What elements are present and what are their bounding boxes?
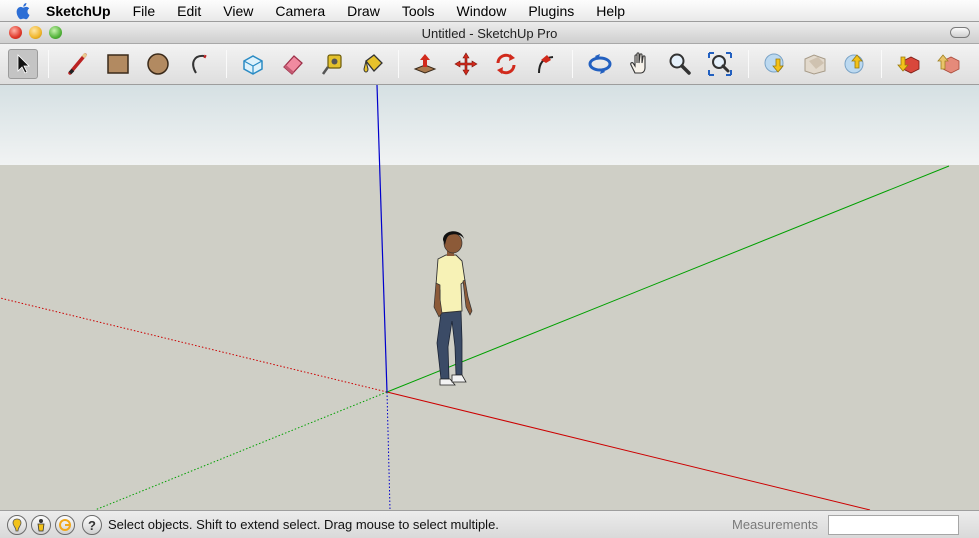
share-model-button[interactable]: [800, 49, 830, 79]
x-axis-positive: [386, 391, 871, 510]
drawing-area[interactable]: [0, 85, 979, 510]
push-pull-tool-button[interactable]: [410, 49, 440, 79]
circle-tool-button[interactable]: [143, 49, 173, 79]
sign-in-icon[interactable]: [55, 515, 75, 535]
z-axis-negative: [386, 391, 391, 510]
make-component-tool-button[interactable]: [238, 49, 268, 79]
tape-measure-icon: [321, 54, 342, 75]
orbit-tool-button[interactable]: [585, 49, 615, 79]
pencil-icon: [68, 52, 88, 75]
eraser-tool-button[interactable]: [278, 49, 308, 79]
paint-bucket-tool-button[interactable]: [358, 49, 388, 79]
move-tool-button[interactable]: [451, 49, 481, 79]
circle-icon: [147, 53, 169, 75]
arrow-cursor-icon: [17, 54, 30, 74]
y-axis-negative: [94, 391, 388, 510]
paint-bucket-icon: [363, 54, 383, 73]
share-component-icon: [937, 54, 960, 74]
hand-icon: [630, 52, 646, 74]
toggle-toolbar-button[interactable]: [950, 27, 970, 38]
get-models-button[interactable]: [760, 49, 790, 79]
apple-icon[interactable]: [14, 0, 34, 22]
follow-me-icon: [538, 55, 554, 74]
status-message: Select objects. Shift to extend select. …: [108, 517, 499, 532]
arc-icon: [192, 54, 207, 74]
rectangle-icon: [107, 54, 129, 74]
geo-location-icon[interactable]: [7, 515, 27, 535]
arc-tool-button[interactable]: [184, 49, 214, 79]
magnifier-icon: [669, 53, 691, 75]
pan-tool-button[interactable]: [625, 49, 655, 79]
share-component-button[interactable]: [933, 49, 963, 79]
person-figure[interactable]: [433, 231, 473, 386]
tape-measure-tool-button[interactable]: [318, 49, 348, 79]
rotate-icon: [496, 53, 516, 75]
select-tool-button[interactable]: [8, 49, 38, 79]
menu-plugins[interactable]: Plugins: [528, 3, 574, 19]
menu-camera[interactable]: Camera: [275, 3, 325, 19]
move-icon: [454, 52, 478, 76]
menu-bar: SketchUp File Edit View Camera Draw Tool…: [0, 0, 979, 22]
share-model-icon: [804, 54, 826, 75]
menu-tools[interactable]: Tools: [402, 3, 435, 19]
z-axis-positive: [376, 85, 388, 393]
menu-file[interactable]: File: [133, 3, 156, 19]
zoom-extents-tool-button[interactable]: [705, 49, 735, 79]
axes: [0, 85, 950, 510]
get-components-icon: [897, 56, 920, 74]
app-menu[interactable]: SketchUp: [46, 3, 111, 19]
eraser-icon: [283, 55, 303, 75]
upload-icon: [844, 54, 864, 74]
get-components-button[interactable]: [893, 49, 923, 79]
menu-help[interactable]: Help: [596, 3, 625, 19]
menu-edit[interactable]: Edit: [177, 3, 201, 19]
upload-model-button[interactable]: [840, 49, 870, 79]
rotate-tool-button[interactable]: [491, 49, 521, 79]
menu-window[interactable]: Window: [457, 3, 507, 19]
component-icon: [243, 55, 263, 75]
measurements-input[interactable]: [828, 515, 959, 535]
get-models-icon: [764, 53, 784, 73]
push-pull-icon: [413, 54, 437, 74]
line-tool-button[interactable]: [63, 49, 93, 79]
zoom-tool-button[interactable]: [665, 49, 695, 79]
y-axis-positive: [386, 165, 950, 393]
menu-draw[interactable]: Draw: [347, 3, 380, 19]
rectangle-tool-button[interactable]: [103, 49, 133, 79]
toolbar: [0, 44, 979, 85]
help-icon[interactable]: ?: [82, 515, 102, 535]
status-bar: ? Select objects. Shift to extend select…: [0, 510, 979, 538]
measurements-label: Measurements: [732, 517, 818, 532]
orbit-icon: [588, 54, 612, 74]
menu-view[interactable]: View: [223, 3, 253, 19]
zoom-extents-icon: [708, 52, 732, 76]
x-axis-negative: [0, 297, 388, 393]
window-title-bar[interactable]: Untitled - SketchUp Pro: [0, 22, 979, 44]
follow-me-tool-button[interactable]: [531, 49, 561, 79]
credits-icon[interactable]: [31, 515, 51, 535]
window-title: Untitled - SketchUp Pro: [421, 26, 558, 41]
